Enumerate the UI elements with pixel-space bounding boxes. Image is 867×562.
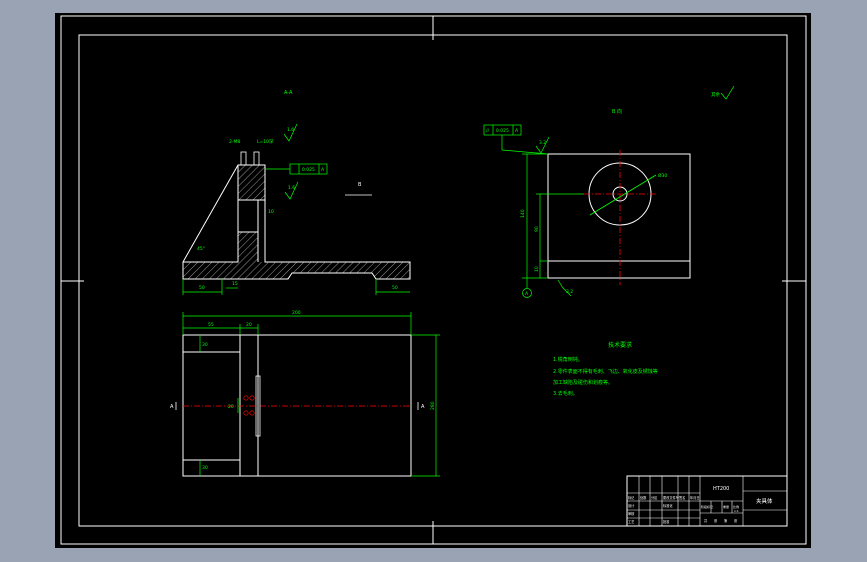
parallel-symbol: // [486,128,490,134]
notes-line-3: 加工缺陷及碰伤和划痕等。 [553,379,613,386]
row-label-4: 更改文件号 [663,495,679,500]
cad-drawing: A-A 2-M8 L=10深 1.6 0.025 A 1.6 10 45° 50… [0,0,867,562]
dim-plan-stem: 20 [246,322,252,328]
dim-total-height: 140 [520,209,526,218]
stage-label-1: 阶段标记 [701,504,713,509]
scale: 1:1 [734,509,739,513]
row-label-5: 签名 [679,495,685,500]
angle-label: 45° [197,246,205,252]
stem-hatch [238,165,265,200]
row-label-2: 处数 [640,495,647,500]
notes-line-4: 3.去毛刺。 [553,390,578,397]
stage-label-2: 重量 [723,504,729,509]
notes-line-2: 2.零件表面不得有毛刺、飞边、氧化皮及锈蚀等 [553,368,658,375]
row-label-3: 分区 [651,495,658,500]
depth-label: L=10深 [257,138,274,145]
direction-label: B 向 [612,108,622,115]
row-label-6: 年月日 [690,495,700,500]
thread-label: 2-M8 [229,139,240,145]
row2-label-2: 标准化 [663,503,673,508]
dim-top-rail: 30 [202,342,208,348]
dim-right-height: 280 [430,401,436,410]
section-marker-right: A [421,404,425,410]
notes-line-1: 1.锐角倒钝。 [553,356,583,363]
row2-label-1: 设计 [628,503,635,508]
dim-holes: 20 [228,404,234,410]
dim-hole: Ø30 [658,172,667,179]
row-label-1: 标记 [628,495,635,500]
dim-left: 55 [208,322,214,328]
dim-10: 10 [268,209,274,215]
dim-bottom-rail: 30 [202,465,208,471]
part-name: 夹具体 [756,497,773,505]
section-label: A-A [284,90,293,96]
dim-base: 10 [534,266,540,272]
drawing-sheet [55,13,811,548]
row3-label-1: 审核 [628,511,635,516]
notes-title: 技术要求 [608,341,632,349]
dim-left-base: 50 [199,285,205,291]
dim-right-base: 50 [392,285,398,291]
overall-roughness: 其余 [711,91,720,98]
row3-label-3: 批准 [663,519,670,524]
dim-hole-height: 90 [534,226,540,232]
view-arrow-label: B [358,182,362,188]
parallel-value: 0.025 [496,128,509,134]
flatness-value: 0.025 [302,167,315,173]
material: HT200 [713,486,729,492]
dim-stem: 15 [232,281,238,287]
section-marker-left: A [170,404,174,410]
row3-label-2: 工艺 [628,519,634,524]
dim-total-width: 200 [292,310,301,316]
